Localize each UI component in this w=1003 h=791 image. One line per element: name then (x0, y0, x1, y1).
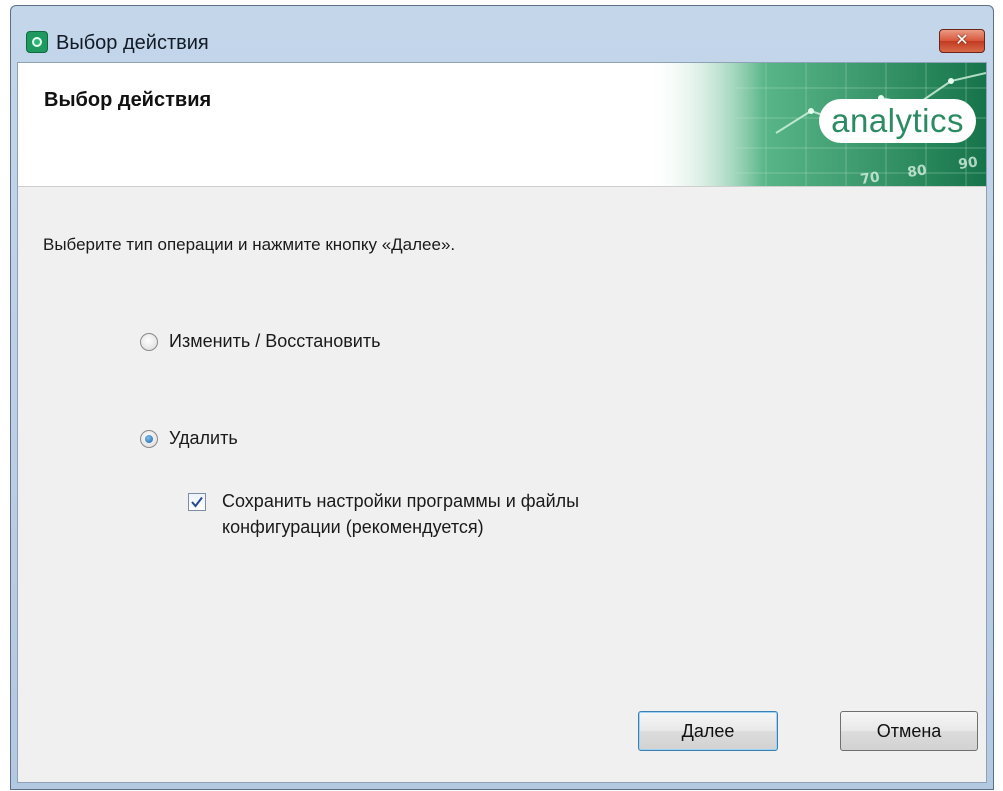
header-band: Выбор действия 70 80 90 analytics (18, 63, 986, 187)
close-button[interactable]: ✕ (939, 29, 985, 53)
close-icon: ✕ (955, 32, 969, 49)
window-title: Выбор действия (56, 32, 209, 54)
brand-banner: 70 80 90 analytics (646, 63, 986, 186)
option-label: Удалить (169, 428, 238, 448)
page-title: Выбор действия (44, 89, 212, 111)
cancel-button[interactable]: Отмена (840, 711, 978, 751)
radio-button[interactable] (140, 333, 158, 351)
keep-settings-checkbox[interactable] (188, 493, 206, 511)
banner-number: 80 (906, 162, 928, 181)
title-bar[interactable]: Выбор действия ✕ (11, 6, 993, 62)
dialog-window: Выбор действия ✕ Выбор действия 70 80 90… (10, 5, 994, 790)
app-icon (26, 31, 48, 53)
banner-number: 90 (957, 154, 979, 173)
next-button[interactable]: Далее (638, 711, 778, 751)
checkmark-icon (191, 496, 203, 508)
instruction-text: Выберите тип операции и нажмите кнопку «… (43, 235, 456, 254)
analytics-logo: analytics (819, 99, 976, 143)
keep-settings-label: Сохранить настройки программы и файлы ко… (222, 491, 580, 537)
dialog-body: Выбор действия 70 80 90 analytics Выбери… (17, 62, 987, 783)
banner-number: 70 (859, 169, 881, 186)
radio-button-selected[interactable] (140, 430, 158, 448)
option-label: Изменить / Восстановить (169, 331, 381, 351)
